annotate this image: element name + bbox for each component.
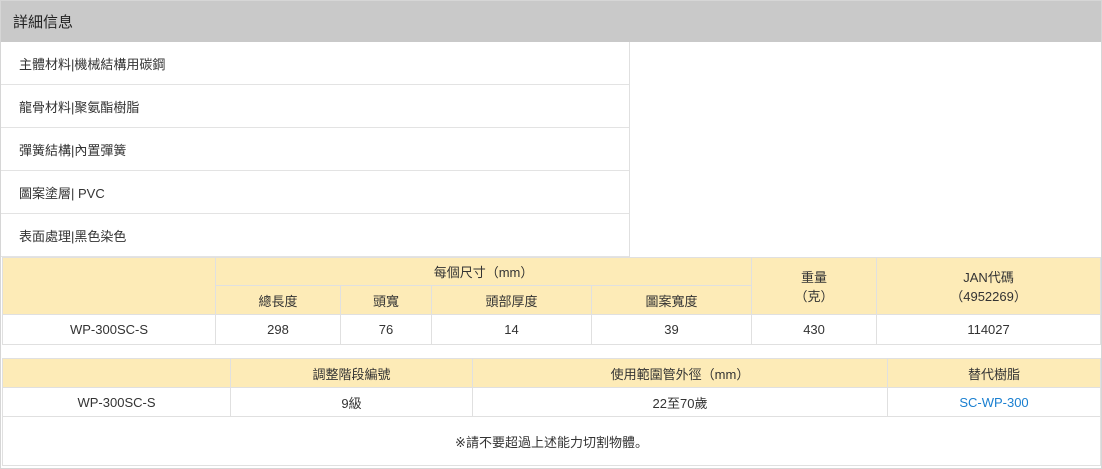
model-header-blank	[2, 257, 216, 315]
replacement-cell: SC-WP-300	[887, 387, 1101, 417]
usage-table: 調整階段編號 使用範圍管外徑（mm） 替代樹脂 WP-300SC-S 9級 22…	[2, 358, 1101, 466]
weight-header-unit: （克）	[794, 289, 834, 304]
weight-cell: 430	[751, 314, 878, 345]
model-cell-2: WP-300SC-S	[2, 387, 231, 417]
spec-item-main-material: 主體材料|機械結構用碳鋼	[1, 42, 629, 85]
range-cell: 22至70歲	[472, 387, 888, 417]
jan-header-label: JAN代碼	[963, 270, 1014, 285]
usage-note: ※請不要超過上述能力切割物體。	[2, 416, 1101, 466]
replacement-link[interactable]: SC-WP-300	[959, 395, 1028, 410]
jan-header: JAN代碼 （4952269）	[876, 257, 1102, 315]
spec-list: 主體材料|機械結構用碳鋼 龍骨材料|聚氨酯樹脂 彈簧結構|內置彈簧 圖案塗層| …	[1, 42, 630, 257]
head-thickness-cell: 14	[431, 314, 592, 345]
stages-cell: 9級	[230, 387, 473, 417]
pattern-width-header: 圖案寬度	[590, 285, 753, 315]
jan-header-prefix: （4952269）	[950, 289, 1027, 304]
total-length-cell: 298	[215, 314, 341, 345]
range-header: 使用範圍管外徑（mm）	[472, 358, 888, 388]
spec-item-spring-structure: 彈簧結構|內置彈簧	[1, 128, 629, 171]
table-row: WP-300SC-S 298 76 14 39 430 114027	[2, 314, 1102, 345]
pattern-width-cell: 39	[590, 314, 753, 345]
dimension-group-header: 每個尺寸（mm）	[214, 257, 753, 286]
spec-item-pattern-coating: 圖案塗層| PVC	[1, 171, 629, 214]
jan-cell: 114027	[876, 314, 1102, 345]
spec-item-keel-material: 龍骨材料|聚氨酯樹脂	[1, 85, 629, 128]
model-cell: WP-300SC-S	[2, 314, 216, 345]
replacement-header: 替代樹脂	[887, 358, 1101, 388]
weight-header: 重量 （克）	[751, 257, 878, 315]
stages-header: 調整階段編號	[230, 358, 473, 388]
table-row: WP-300SC-S 9級 22至70歲 SC-WP-300	[2, 387, 1101, 417]
total-length-header: 總長度	[215, 285, 341, 315]
details-panel: 詳細信息 主體材料|機械結構用碳鋼 龍骨材料|聚氨酯樹脂 彈簧結構|內置彈簧 圖…	[0, 0, 1102, 469]
spec-item-surface-treatment: 表面處理|黑色染色	[1, 214, 629, 257]
head-width-cell: 76	[340, 314, 432, 345]
head-thickness-header: 頭部厚度	[431, 285, 592, 315]
panel-title: 詳細信息	[1, 1, 1101, 42]
dimension-table: 每個尺寸（mm） 重量 （克） JAN代碼 （4952269） 總長度 頭寬 頭…	[2, 257, 1102, 345]
weight-header-label: 重量	[801, 270, 828, 285]
model-header-blank-2	[2, 358, 231, 388]
head-width-header: 頭寬	[340, 285, 432, 315]
